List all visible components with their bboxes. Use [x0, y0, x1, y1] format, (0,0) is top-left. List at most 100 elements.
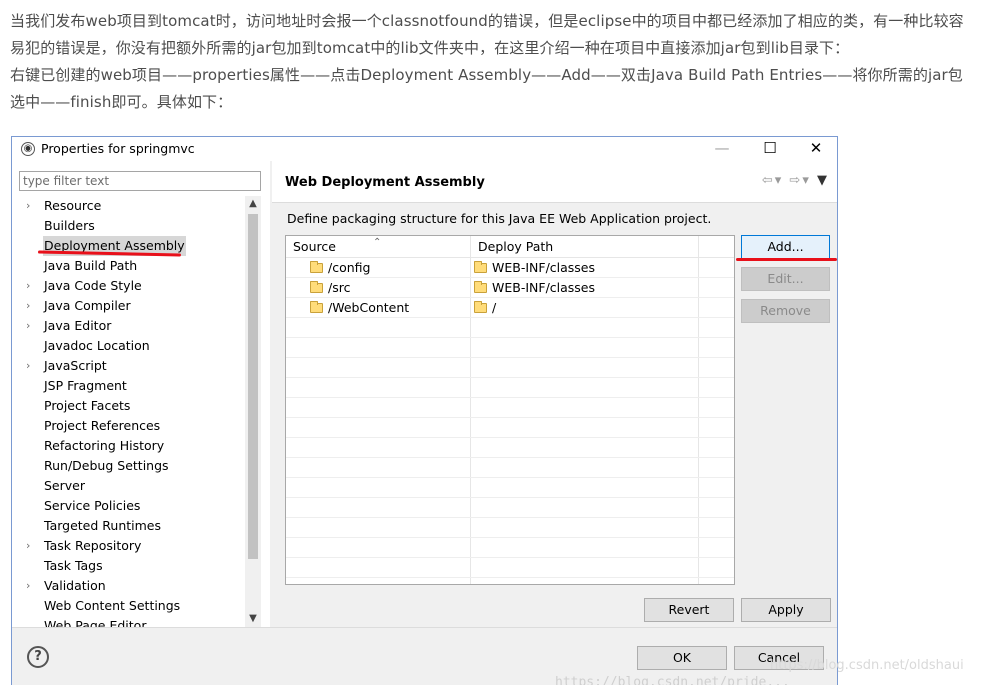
panel-nav: ⇦▾ ⇨▾ ▼	[762, 173, 829, 188]
folder-icon	[310, 301, 323, 313]
scroll-up-icon[interactable]: ▲	[245, 196, 261, 212]
table-row[interactable]	[286, 438, 734, 458]
folder-icon	[310, 261, 323, 273]
column-header-source-label: Source	[293, 239, 336, 254]
tree-item[interactable]: Refactoring History	[12, 436, 248, 456]
back-menu-icon[interactable]: ▾	[775, 173, 784, 188]
apply-button[interactable]: Apply	[741, 598, 831, 622]
tree-item[interactable]: Web Content Settings	[12, 596, 248, 616]
panel-header: Web Deployment Assembly ⇦▾ ⇨▾ ▼	[272, 161, 837, 203]
minimize-icon[interactable]: —	[702, 138, 742, 160]
table-row[interactable]	[286, 338, 734, 358]
tree-item-label: Javadoc Location	[44, 338, 150, 353]
tree-item[interactable]: Service Policies	[12, 496, 248, 516]
tree-item-label: Resource	[44, 198, 102, 213]
tree-item[interactable]: Builders	[12, 216, 248, 236]
deploy-path: WEB-INF/classes	[492, 280, 596, 295]
tree-item[interactable]: Javadoc Location	[12, 336, 248, 356]
tree-item[interactable]: › Validation	[12, 576, 248, 596]
tree-item[interactable]: › JavaScript	[12, 356, 248, 376]
close-icon[interactable]: ✕	[796, 138, 836, 160]
watermark-text: https://blog.csdn.net/oldshaui	[770, 658, 964, 673]
table-row[interactable]: /config WEB-INF/classes	[286, 258, 734, 278]
ok-button[interactable]: OK	[637, 646, 727, 670]
table-row[interactable]	[286, 558, 734, 578]
maximize-icon[interactable]: ☐	[750, 138, 790, 160]
sort-ascending-icon: ⌃	[373, 237, 382, 248]
scroll-down-icon[interactable]: ▼	[245, 611, 261, 627]
expand-chevron-icon[interactable]: ›	[26, 196, 30, 216]
tree-item-label: JavaScript	[44, 358, 107, 373]
help-icon[interactable]: ?	[27, 646, 49, 668]
tree-item[interactable]: › Java Compiler	[12, 296, 248, 316]
dialog-titlebar: ◉ Properties for springmvc — ☐ ✕	[12, 137, 837, 161]
table-row[interactable]	[286, 478, 734, 498]
tree-item[interactable]: Project Facets	[12, 396, 248, 416]
tree-item-label: Builders	[44, 218, 95, 233]
table-row[interactable]	[286, 578, 734, 584]
deploy-path-cell: WEB-INF/classes	[474, 278, 595, 298]
tree-item[interactable]: › Resource	[12, 196, 248, 216]
forward-arrow-icon[interactable]: ⇨	[789, 173, 802, 188]
expand-chevron-icon[interactable]: ›	[26, 536, 30, 556]
tree-item[interactable]: Java Build Path	[12, 256, 248, 276]
edit-button[interactable]: Edit...	[741, 267, 830, 291]
expand-chevron-icon[interactable]: ›	[26, 356, 30, 376]
table-row[interactable]	[286, 398, 734, 418]
tree-item-label: Java Code Style	[44, 278, 142, 293]
tree-item[interactable]: Task Tags	[12, 556, 248, 576]
source-path: /WebContent	[328, 300, 410, 315]
forward-menu-icon[interactable]: ▾	[802, 173, 811, 188]
tree-item[interactable]: Server	[12, 476, 248, 496]
tree-item[interactable]: › Java Editor	[12, 316, 248, 336]
tree-item-label: Java Compiler	[44, 298, 131, 313]
panel-description: Define packaging structure for this Java…	[287, 211, 712, 226]
tree-item-label: JSP Fragment	[44, 378, 127, 393]
back-arrow-icon[interactable]: ⇦	[762, 173, 775, 188]
table-row[interactable]	[286, 498, 734, 518]
folder-icon	[474, 261, 487, 273]
tree-scrollbar[interactable]: ▲ ▼	[245, 196, 261, 627]
table-row[interactable]	[286, 538, 734, 558]
expand-chevron-icon[interactable]: ›	[26, 296, 30, 316]
revert-button[interactable]: Revert	[644, 598, 734, 622]
table-row[interactable]: /src WEB-INF/classes	[286, 278, 734, 298]
deploy-path-cell: WEB-INF/classes	[474, 258, 595, 278]
table-row[interactable]	[286, 518, 734, 538]
folder-icon	[474, 301, 487, 313]
table-body: /config WEB-INF/classes/src WEB-INF/classe…	[286, 258, 734, 584]
tree-item[interactable]: Targeted Runtimes	[12, 516, 248, 536]
table-row[interactable]: /WebContent /	[286, 298, 734, 318]
table-row[interactable]	[286, 458, 734, 478]
deploy-path: /	[492, 300, 497, 315]
view-menu-icon[interactable]: ▼	[817, 173, 829, 188]
tree-item-label: Server	[44, 478, 85, 493]
tree-item[interactable]: JSP Fragment	[12, 376, 248, 396]
filter-input[interactable]	[19, 171, 261, 191]
preferences-tree: › Resource Builders Deployment Assembly Java…	[12, 196, 248, 627]
table-row[interactable]	[286, 418, 734, 438]
tree-item-label: Project Facets	[44, 398, 131, 413]
tree-item[interactable]: Web Page Editor	[12, 616, 248, 627]
expand-chevron-icon[interactable]: ›	[26, 276, 30, 296]
dialog-title: Properties for springmvc	[41, 141, 195, 156]
table-row[interactable]	[286, 318, 734, 338]
tree-item[interactable]: Project References	[12, 416, 248, 436]
add-button[interactable]: Add...	[741, 235, 830, 259]
tree-item[interactable]: › Java Code Style	[12, 276, 248, 296]
article-paragraph-1: 当我们发布web项目到tomcat时，访问地址时会报一个classnotfoun…	[10, 12, 964, 57]
column-header-source[interactable]: Source ⌃	[286, 236, 470, 258]
table-header: Source ⌃ Deploy Path	[286, 236, 734, 258]
tree-item-label: Web Page Editor	[44, 618, 147, 627]
table-row[interactable]	[286, 378, 734, 398]
source-path: /src	[328, 280, 351, 295]
tree-item[interactable]: › Task Repository	[12, 536, 248, 556]
scroll-thumb[interactable]	[248, 214, 258, 559]
tree-item[interactable]: Run/Debug Settings	[12, 456, 248, 476]
remove-button[interactable]: Remove	[741, 299, 830, 323]
folder-icon	[310, 281, 323, 293]
column-header-deploy-path[interactable]: Deploy Path	[470, 236, 698, 258]
expand-chevron-icon[interactable]: ›	[26, 576, 30, 596]
table-row[interactable]	[286, 358, 734, 378]
expand-chevron-icon[interactable]: ›	[26, 316, 30, 336]
